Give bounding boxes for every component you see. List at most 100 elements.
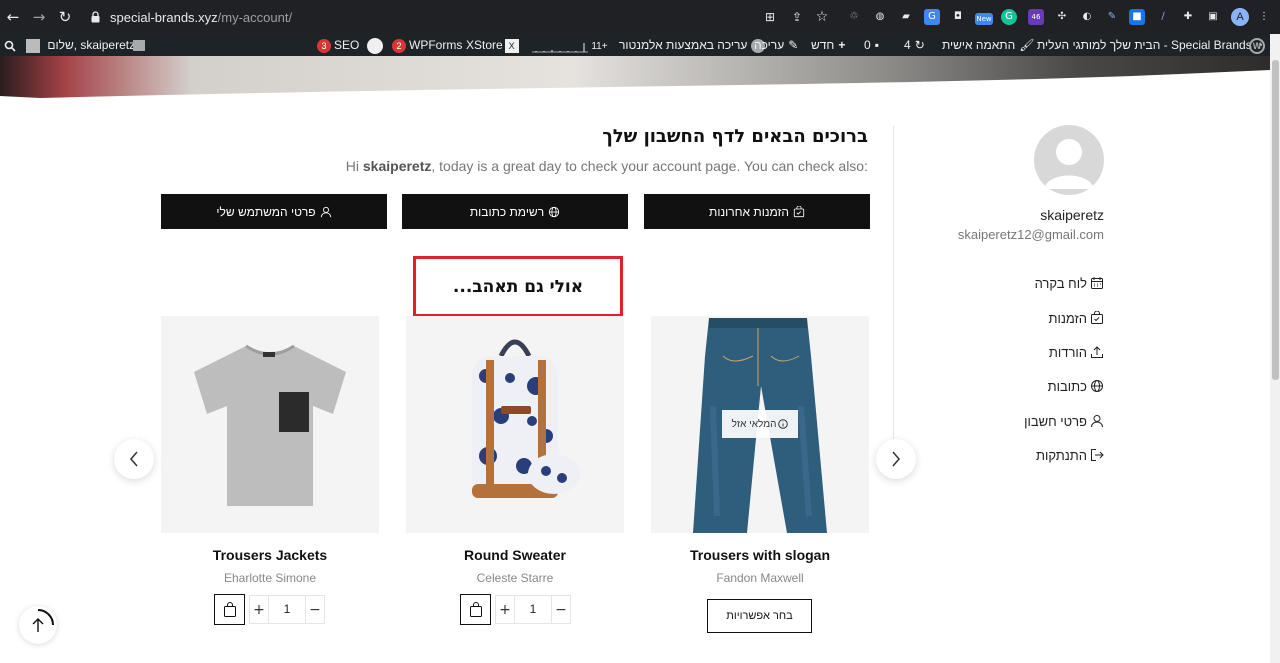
my-user-details-button[interactable]: פרטי המשתמש שלי [161,194,387,229]
profile-avatar[interactable]: A [1231,8,1249,26]
search-icon[interactable] [4,34,16,56]
related-products-heading-box: אולי גם תאהב... [413,256,623,317]
sidebar-item-downloads[interactable]: הורדות [1049,343,1104,361]
xstore-menu[interactable]: XStore X [466,34,519,56]
quantity-stepper: + 1 − [460,594,571,625]
select-options-button[interactable]: בחר אפשרויות [707,599,812,633]
pencil-icon: ✎ [788,38,799,52]
site-name: Special Brands - הבית שלך למותגי העלית [1037,38,1252,52]
seo-settings-icon [366,37,383,54]
product-card[interactable]: Trousers Jackets Eharlotte Simone + 1 − [161,316,379,625]
globe-icon [1091,380,1103,392]
bookmark-star-icon[interactable]: ☆ [814,9,830,25]
address-list-button[interactable]: רשימת כתובות [402,194,628,229]
sidepanel-icon[interactable]: ▣ [1205,9,1221,25]
updates-refresh-icon: ↻ [914,38,925,52]
sidebar-divider [893,126,894,466]
add-to-cart-button[interactable] [460,594,491,625]
quantity-increase-button[interactable]: + [495,595,515,624]
quantity-input[interactable]: 1 [269,595,305,624]
sidebar-item-addresses[interactable]: כתובות [1048,377,1104,395]
sparkline-icon [532,42,588,53]
quantity-decrease-button[interactable]: − [305,595,325,624]
address-bar[interactable]: special-brands.xyz/my-account/ [110,10,292,25]
wordpress-logo-icon[interactable]: W [1249,34,1265,56]
xstore-x-icon: X [504,38,519,53]
related-products-title: אולי גם תאהב... [452,276,584,297]
elementor-edit-menu[interactable]: עריכה באמצעות אלמנטור [619,34,766,56]
avatar [1034,125,1104,195]
new-content-menu[interactable]: +חדש [811,34,845,56]
share-icon[interactable]: ⇪ [789,9,805,25]
sidebar-item-label: לוח בקרה [1034,275,1087,291]
recent-orders-button[interactable]: הזמנות אחרונות [644,194,870,229]
elementor-label: עריכה באמצעות אלמנטור [619,38,748,52]
notes-icon[interactable] [133,34,145,56]
stats-sparkline[interactable]: 11+ [532,34,608,56]
sidebar-item-logout[interactable]: התנתקות [1036,446,1104,464]
edit-label: עריכה [754,38,785,52]
extension-globe-icon[interactable]: ◍ [872,9,888,25]
hero-banner [0,56,1270,100]
translate-icon[interactable]: ⊞ [762,9,778,25]
product-name[interactable]: Round Sweater [406,547,624,563]
seo-menu[interactable]: 3 SEO [314,34,383,56]
sidebar-item-label: הורדות [1048,344,1087,360]
logout-icon [1091,449,1104,461]
extension-recycle-icon[interactable]: ♲ [846,9,862,25]
product-name[interactable]: Trousers with slogan [651,547,869,563]
sidebar-item-orders[interactable]: הזמנות [1048,309,1104,327]
carousel-next-button[interactable] [876,439,916,479]
forward-arrow-icon[interactable]: → [30,8,48,26]
user-avatar-small-icon [26,38,40,53]
site-name-menu[interactable]: ◔Special Brands - הבית שלך למותגי העלית [1037,34,1263,56]
product-image[interactable] [161,316,379,533]
my-account-menu[interactable]: שלום, skaiperetz [26,34,135,56]
sidebar-item-dashboard[interactable]: לוח בקרה [1035,274,1104,292]
greeting-text: שלום, skaiperetz [47,38,136,52]
shopping-bag-icon [223,601,236,617]
extension-translate-icon[interactable]: G [924,9,940,25]
comments-menu[interactable]: ▪0 [864,34,879,56]
quantity-input[interactable]: 1 [515,595,551,624]
extension-pen-icon[interactable]: ✎ [1104,9,1120,25]
product-card[interactable]: המלאי אזל Trousers with slogan Fandon Ma… [651,316,869,633]
lock-icon [91,11,100,23]
extension-puzzle-x-icon[interactable]: ✣ [1054,9,1070,25]
product-name[interactable]: Trousers Jackets [161,547,379,563]
extension-car-icon[interactable]: ▰ [898,9,914,25]
extensions-puzzle-icon[interactable]: ✚ [1180,9,1196,25]
sidebar-item-account-details[interactable]: פרטי חשבון [1024,412,1104,430]
extension-grammarly-icon[interactable]: G [1001,9,1017,25]
customize-menu[interactable]: 🖌התאמה אישית [942,34,1034,56]
updates-menu[interactable]: ↻4 [904,34,925,56]
extension-video-icon[interactable]: ■ [1129,9,1145,25]
extension-46-badge[interactable]: 46 [1028,9,1044,25]
back-arrow-icon[interactable]: ← [4,8,22,26]
product-image[interactable] [406,316,624,533]
product-image[interactable]: המלאי אזל [651,316,869,533]
quantity-decrease-button[interactable]: − [551,595,571,624]
extension-new-badge[interactable]: New [975,13,993,25]
backpack-image [472,339,580,498]
quantity-increase-button[interactable]: + [249,595,269,624]
carousel-prev-button[interactable] [114,439,154,479]
back-to-top-button[interactable] [19,606,57,644]
account-email: skaiperetz12@gmail.com [957,227,1104,242]
stats-value: 11+ [591,41,608,52]
wpforms-menu[interactable]: 2 WPForms [389,34,462,56]
extension-feather-icon[interactable]: ∕ [1155,9,1171,25]
shopping-bag-icon [469,601,482,617]
button-label: פרטי המשתמש שלי [216,204,316,219]
product-card[interactable]: Round Sweater Celeste Starre + 1 − [406,316,624,625]
add-to-cart-button[interactable] [214,594,245,625]
calendar-icon [1091,277,1103,289]
extension-circle-icon[interactable]: ◐ [1079,9,1095,25]
reload-icon[interactable]: ↻ [56,8,74,26]
edit-menu[interactable]: ✎עריכה [754,34,798,56]
extension-camera-icon[interactable]: ◘ [950,9,966,25]
wp-admin-bar: שלום, skaiperetz 3 SEO 2 WPForms XStore X 1… [0,34,1280,56]
page-scrollbar-thumb[interactable] [1272,60,1279,380]
menu-kebab-icon[interactable]: ⋮ [1256,9,1272,25]
page-title: ברוכים הבאים לדף החשבון שלך [602,126,868,147]
